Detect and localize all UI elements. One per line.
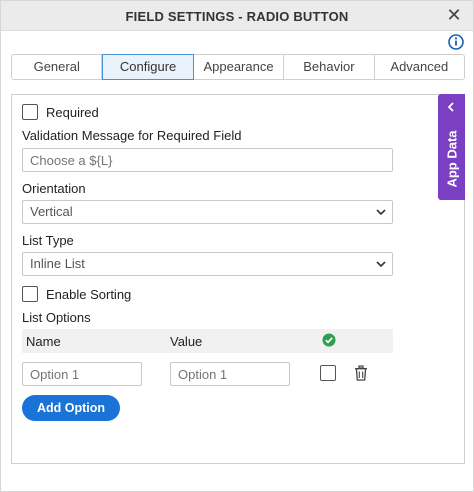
tab-advanced[interactable]: Advanced — [375, 55, 464, 79]
option-value-input[interactable] — [170, 362, 290, 386]
add-option-button[interactable]: Add Option — [22, 395, 120, 421]
tab-behavior[interactable]: Behavior — [284, 55, 375, 79]
list-type-select[interactable]: Inline List — [22, 252, 393, 276]
close-icon[interactable]: ✕ — [445, 6, 463, 24]
chevron-down-icon — [376, 209, 386, 216]
list-type-value: Inline List — [30, 256, 85, 271]
required-checkbox[interactable] — [22, 104, 38, 120]
option-name-input[interactable] — [22, 362, 142, 386]
tab-appearance[interactable]: Appearance — [194, 55, 285, 79]
required-label: Required — [46, 105, 99, 120]
chevron-left-icon — [447, 102, 454, 112]
option-default-checkbox[interactable] — [320, 365, 336, 381]
validation-message-input[interactable] — [22, 148, 393, 172]
value-column-header: Value — [170, 334, 203, 349]
dialog-title: FIELD SETTINGS - RADIO BUTTON — [125, 9, 349, 24]
orientation-label: Orientation — [22, 181, 86, 196]
dialog-titlebar: FIELD SETTINGS - RADIO BUTTON ✕ — [1, 1, 473, 31]
check-circle-icon — [322, 333, 336, 347]
tab-general[interactable]: General — [12, 55, 103, 79]
app-data-panel-toggle[interactable]: App Data — [438, 94, 465, 200]
list-options-header: Name Value — [22, 329, 393, 353]
app-data-label: App Data — [444, 130, 460, 188]
list-type-label: List Type — [22, 233, 74, 248]
enable-sorting-label: Enable Sorting — [46, 287, 132, 302]
orientation-value: Vertical — [30, 204, 73, 219]
validation-message-label: Validation Message for Required Field — [22, 128, 242, 143]
info-icon[interactable] — [448, 34, 464, 50]
trash-icon[interactable] — [354, 365, 368, 381]
chevron-down-icon — [376, 261, 386, 268]
enable-sorting-checkbox[interactable] — [22, 286, 38, 302]
tab-configure[interactable]: Configure — [102, 54, 194, 80]
name-column-header: Name — [26, 334, 61, 349]
field-settings-dialog: FIELD SETTINGS - RADIO BUTTON ✕ General … — [0, 0, 474, 492]
orientation-select[interactable]: Vertical — [22, 200, 393, 224]
list-options-label: List Options — [22, 310, 91, 325]
settings-tabs: General Configure Appearance Behavior Ad… — [11, 54, 465, 80]
